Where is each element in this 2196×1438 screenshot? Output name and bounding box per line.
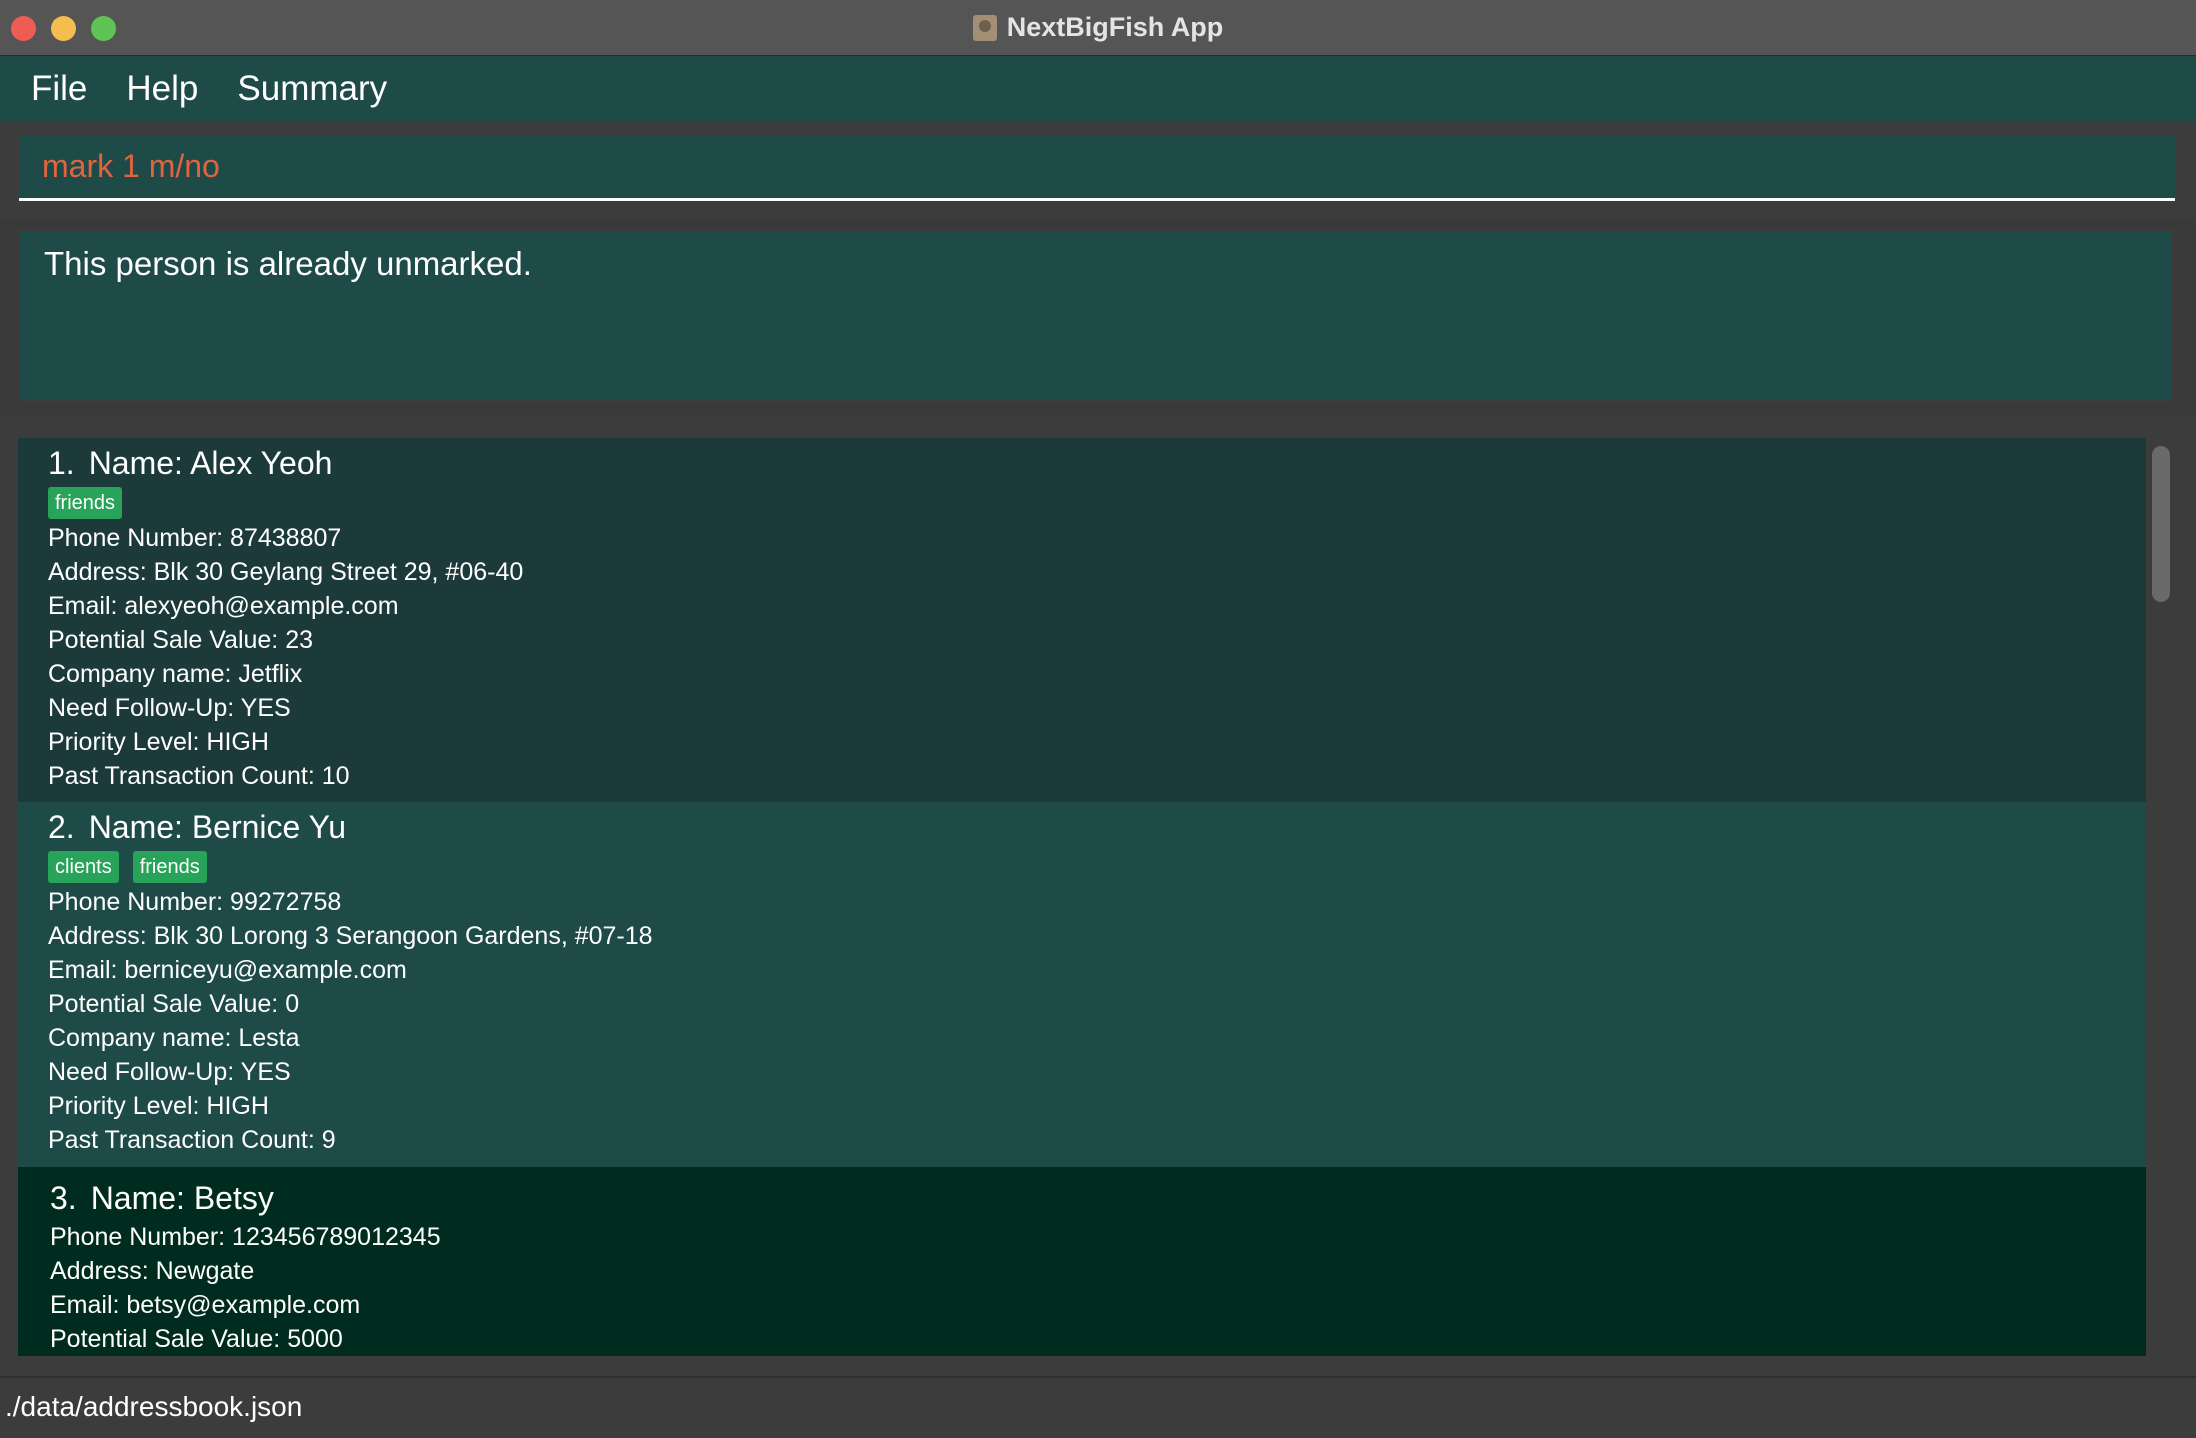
app-window: NextBigFish App File Help Summary This p…: [0, 0, 2196, 1438]
person-name: Name: Betsy: [90, 1180, 274, 1216]
email-field: Email: berniceyu@example.com: [48, 956, 407, 984]
follow-up-field: Need Follow-Up: YES: [48, 1058, 291, 1086]
person-index: 3.: [50, 1180, 77, 1216]
menu-bar: File Help Summary: [0, 56, 2196, 121]
person-name: Name: Bernice Yu: [88, 809, 347, 845]
tag-label: friends: [132, 851, 207, 883]
status-bar: ./data/addressbook.json: [0, 1376, 2196, 1438]
result-display: This person is already unmarked.: [18, 229, 2174, 402]
menu-help[interactable]: Help: [126, 69, 198, 109]
address-field: Address: Newgate: [50, 1257, 255, 1285]
phone-field: Phone Number: 99272758: [48, 888, 342, 916]
email-field: Email: alexyeoh@example.com: [48, 592, 399, 620]
phone-field: Phone Number: 123456789012345: [50, 1223, 441, 1251]
transaction-count-field: Past Transaction Count: 10: [48, 762, 350, 790]
priority-field: Priority Level: HIGH: [48, 1092, 269, 1120]
person-index: 1.: [48, 445, 75, 481]
tag-label: friends: [48, 487, 123, 519]
sale-value-field: Potential Sale Value: 0: [48, 990, 300, 1018]
app-icon: [972, 14, 997, 41]
save-file-path: ./data/addressbook.json: [5, 1391, 303, 1422]
tag-list: clients friends: [48, 849, 2146, 885]
person-index: 2.: [48, 809, 75, 845]
follow-up-field: Need Follow-Up: YES: [48, 694, 291, 722]
person-list[interactable]: 1. Name: Alex Yeoh friends Phone Number: …: [18, 438, 2146, 1356]
company-field: Company name: Jetflix: [48, 660, 303, 688]
person-card[interactable]: 3. Name: Betsy Phone Number: 123456789012…: [18, 1167, 2146, 1356]
scrollbar-thumb[interactable]: [2152, 446, 2170, 602]
person-card[interactable]: 2. Name: Bernice Yu clients friends Phone…: [18, 802, 2146, 1167]
email-field: Email: betsy@example.com: [50, 1291, 361, 1319]
person-card[interactable]: 1. Name: Alex Yeoh friends Phone Number: …: [18, 438, 2146, 802]
person-list-panel: 1. Name: Alex Yeoh friends Phone Number: …: [0, 416, 2196, 1376]
person-name: Name: Alex Yeoh: [88, 445, 333, 481]
command-box-panel: [0, 121, 2196, 219]
transaction-count-field: Past Transaction Count: 9: [48, 1126, 336, 1154]
window-title: NextBigFish App: [1006, 12, 1224, 42]
tag-list: friends: [48, 485, 2146, 521]
result-message: This person is already unmarked.: [44, 245, 532, 282]
menu-summary[interactable]: Summary: [237, 69, 387, 109]
menu-file[interactable]: File: [31, 69, 87, 109]
phone-field: Phone Number: 87438807: [48, 524, 342, 552]
tag-label: clients: [48, 851, 119, 883]
address-field: Address: Blk 30 Lorong 3 Serangoon Garde…: [48, 922, 653, 950]
sale-value-field: Potential Sale Value: 5000: [50, 1325, 343, 1353]
command-input[interactable]: [19, 135, 2175, 201]
priority-field: Priority Level: HIGH: [48, 728, 269, 756]
company-field: Company name: Lesta: [48, 1024, 300, 1052]
sale-value-field: Potential Sale Value: 23: [48, 626, 314, 654]
address-field: Address: Blk 30 Geylang Street 29, #06-4…: [48, 558, 524, 586]
title-bar[interactable]: NextBigFish App: [0, 0, 2196, 56]
